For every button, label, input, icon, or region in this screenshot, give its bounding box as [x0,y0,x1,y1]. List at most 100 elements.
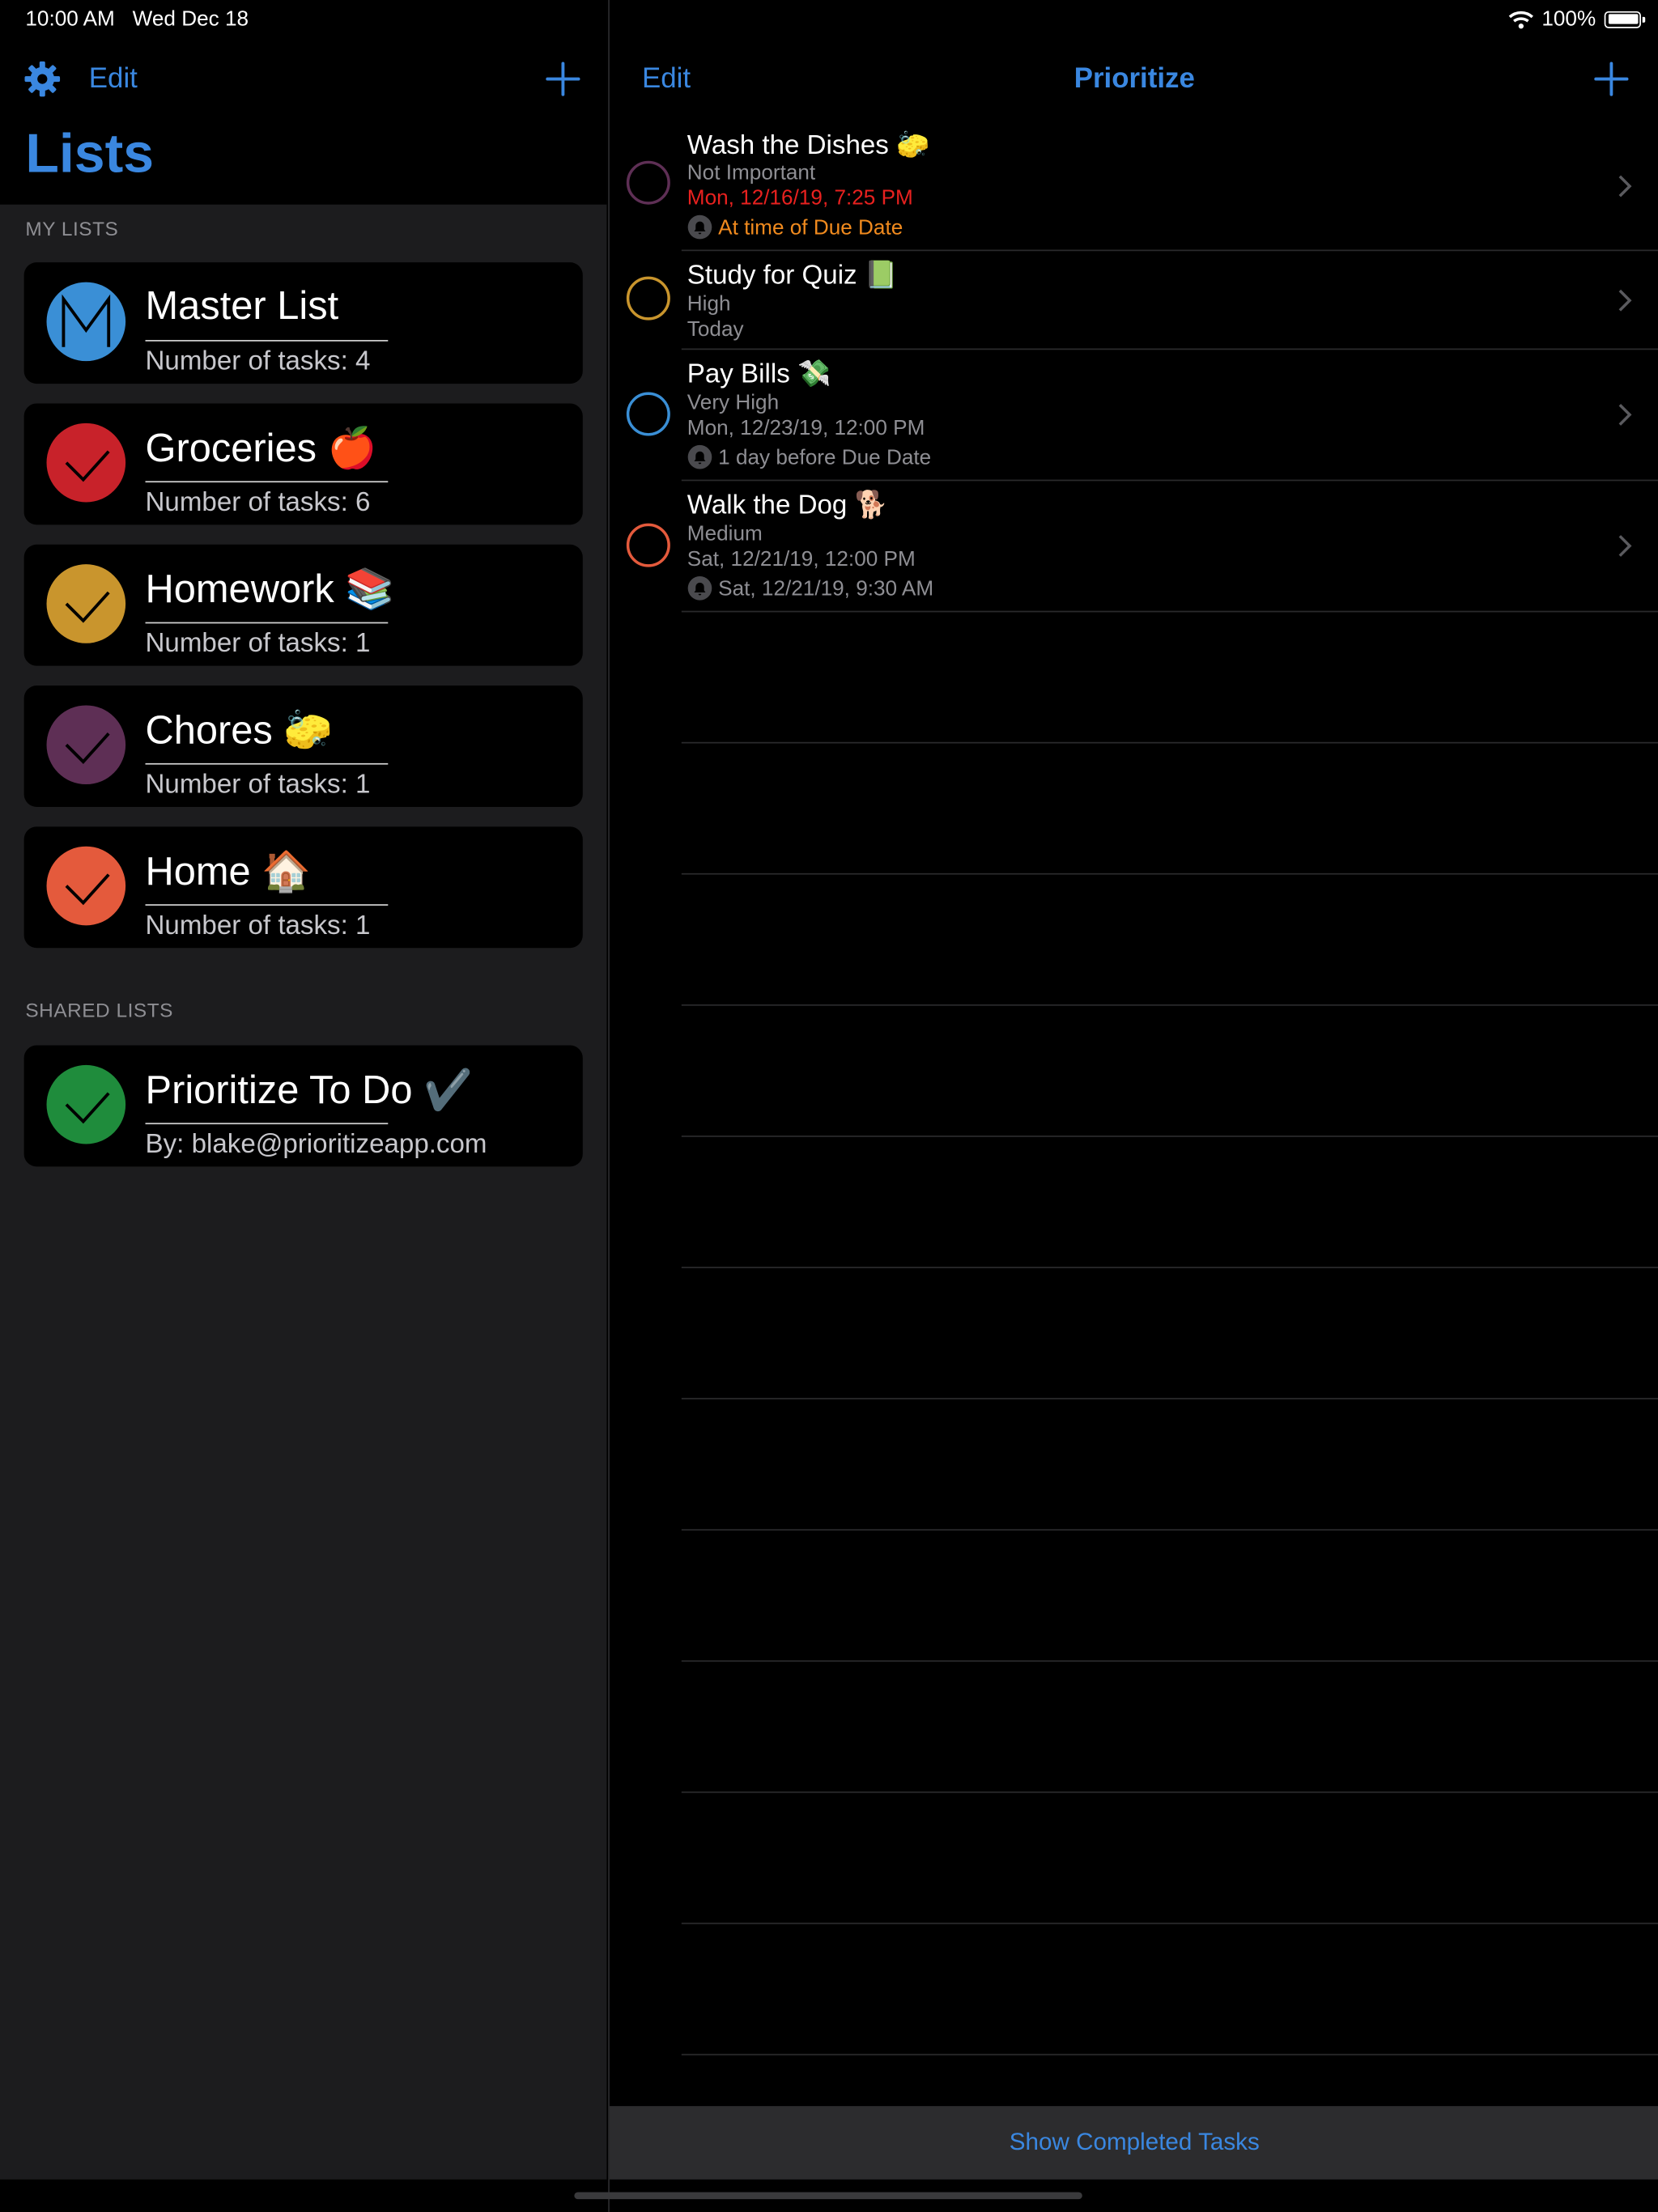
task-row-wash-the-dishes[interactable]: Wash the Dishes 🧽 Not Important Mon, 12/… [610,124,1658,248]
row-separator [681,1791,1658,1794]
task-reminder: Sat, 12/21/19, 9:30 AM [687,575,933,601]
settings-gear-icon[interactable] [24,61,61,97]
bottom-toolbar: Show Completed Tasks [609,2106,1658,2180]
wifi-icon [1508,11,1533,28]
row-separator [681,1398,1658,1399]
chevron-right-icon [1618,403,1632,426]
list-name: Homework 📚 [145,567,395,611]
chevron-right-icon [1618,175,1632,197]
chevron-right-icon [1618,289,1632,312]
list-name: Chores 🧽 [145,707,334,752]
list-card-home[interactable]: Home 🏠 Number of tasks: 1 [23,826,583,949]
sidebar: Edit Lists MY LISTS Master List Number o… [0,0,607,2180]
shared-by: By: blake@prioritizeapp.com [145,1130,487,1160]
task-due-date: Sat, 12/21/19, 12:00 PM [687,547,916,571]
home-indicator[interactable] [574,2192,1082,2200]
row-separator [681,1267,1658,1268]
task-title: Wash the Dishes 🧽 [687,131,930,161]
task-row-study-for-quiz[interactable]: Study for Quiz 📗 High Today [610,251,1658,348]
task-count: Number of tasks: 1 [145,629,371,659]
shared-lists-section-label: SHARED LISTS [25,998,173,1021]
status-right: 100% [1508,6,1646,32]
task-due-date: Today [687,317,744,342]
task-complete-circle[interactable] [626,523,670,567]
task-count: Number of tasks: 4 [145,346,371,377]
status-time: 10:00 AM Wed Dec 18 [25,7,249,32]
chevron-right-icon [1618,535,1632,557]
task-reminder-text: Sat, 12/21/19, 9:30 AM [718,576,934,601]
list-card-groceries[interactable]: Groceries 🍎 Number of tasks: 6 [23,403,583,525]
check-icon [65,1092,110,1124]
add-task-plus-icon[interactable] [1593,57,1630,100]
task-due-date: Mon, 12/23/19, 12:00 PM [687,416,925,440]
bell-icon [687,214,712,240]
task-reminder: At time of Due Date [687,214,903,240]
list-name: Home 🏠 [145,849,312,894]
list-color-badge [46,422,126,503]
divider [145,340,389,342]
status-bar: 10:00 AM Wed Dec 18 100% [0,0,1658,36]
task-row-pay-bills[interactable]: Pay Bills 💸 Very High Mon, 12/23/19, 12:… [610,350,1658,479]
divider [145,904,389,906]
list-card-master-list[interactable]: Master List Number of tasks: 4 [23,262,583,384]
task-title: Study for Quiz 📗 [687,261,899,291]
battery-percent: 100% [1541,6,1596,32]
task-row-walk-the-dog[interactable]: Walk the Dog 🐕 Medium Sat, 12/21/19, 12:… [610,481,1658,610]
task-title: Pay Bills 💸 [687,359,831,390]
divider [145,481,389,483]
list-card-homework[interactable]: Homework 📚 Number of tasks: 1 [23,544,583,666]
my-lists-section-label: MY LISTS [25,217,119,240]
task-complete-circle[interactable] [626,276,670,321]
task-reminder-text: 1 day before Due Date [718,445,932,470]
status-time-text: 10:00 AM [25,6,115,32]
task-detail-pane: Edit Prioritize Wash the Dishes 🧽 Not Im… [608,0,1658,2212]
task-count: Number of tasks: 6 [145,488,371,518]
bell-icon [687,575,712,601]
list-card-prioritize-to-do[interactable]: Prioritize To Do ✔️ By: blake@prioritize… [23,1045,583,1167]
task-due-date: Mon, 12/16/19, 7:25 PM [687,186,913,210]
task-reminder-text: At time of Due Date [718,215,903,240]
app-window: Edit Lists MY LISTS Master List Number o… [0,0,1658,2212]
check-icon [65,873,110,906]
list-card-chores[interactable]: Chores 🧽 Number of tasks: 1 [23,686,583,807]
show-completed-tasks-button[interactable]: Show Completed Tasks [610,2129,1658,2157]
row-separator [681,872,1658,875]
bell-icon [687,444,712,469]
divider [145,1123,389,1125]
row-separator [681,1529,1658,1531]
detail-title: Prioritize [1073,63,1195,95]
check-icon [65,732,110,764]
task-count: Number of tasks: 1 [145,770,371,800]
row-separator [681,610,1658,613]
sidebar-edit-button[interactable]: Edit [89,63,138,96]
row-separator [681,1922,1658,1925]
task-complete-circle[interactable] [626,392,670,436]
row-separator [681,1660,1658,1662]
row-separator [681,741,1658,744]
add-list-plus-icon[interactable] [545,57,581,100]
task-title: Walk the Dog 🐕 [687,490,888,521]
task-priority: Very High [687,390,780,415]
row-separator [681,2053,1658,2056]
task-priority: High [687,291,731,316]
row-separator [681,1136,1658,1137]
divider [145,622,389,624]
list-name: Groceries 🍎 [145,426,377,470]
check-icon [65,450,110,482]
list-color-badge [46,846,126,926]
list-color-badge [46,282,126,362]
task-reminder: 1 day before Due Date [687,444,931,469]
list-name: Master List [145,283,339,328]
list-color-badge [46,1064,126,1144]
row-separator [681,1004,1658,1006]
task-priority: Not Important [687,160,816,185]
task-priority: Medium [687,521,763,546]
task-complete-circle[interactable] [626,160,670,205]
task-count: Number of tasks: 1 [145,911,371,941]
divider [145,762,389,765]
list-color-badge [46,564,126,643]
master-m-icon [62,294,111,347]
status-date-text: Wed Dec 18 [132,6,249,32]
list-color-badge [46,705,126,785]
page-title: Lists [25,124,155,185]
